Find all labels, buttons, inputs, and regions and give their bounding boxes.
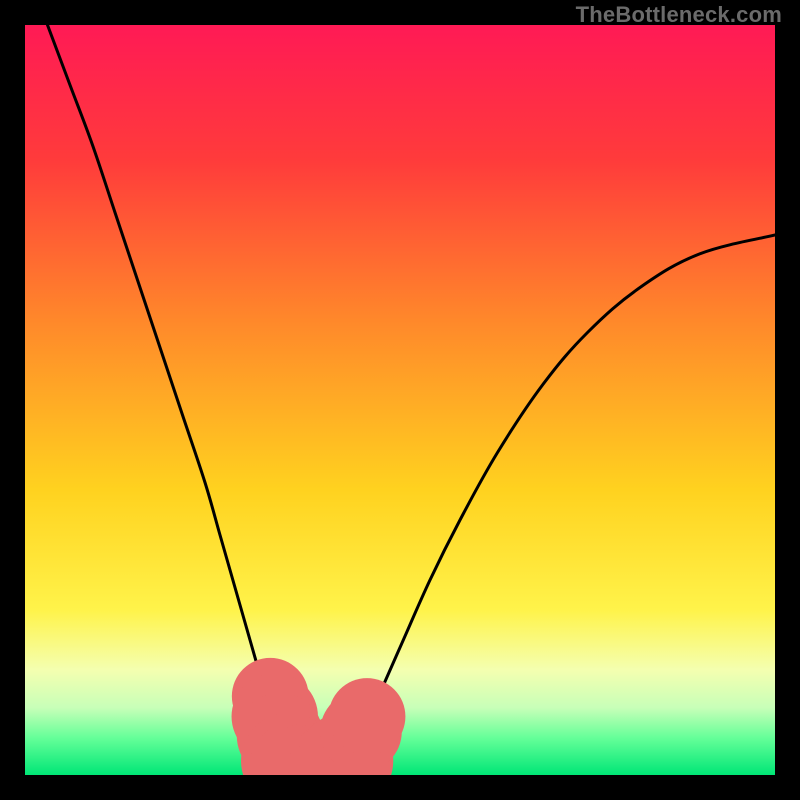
trough-marker <box>329 678 406 755</box>
chart-curves <box>25 25 775 775</box>
plot-area <box>25 25 775 775</box>
chart-frame: TheBottleneck.com <box>0 0 800 800</box>
watermark-text: TheBottleneck.com <box>576 2 782 28</box>
bottleneck-curve <box>48 25 776 773</box>
